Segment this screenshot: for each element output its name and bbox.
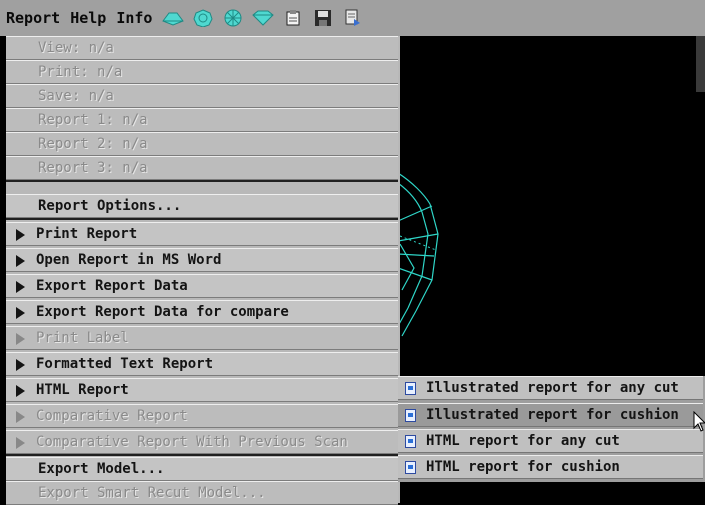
menu-item-label: Export Report Data xyxy=(36,278,188,294)
menu-item-comparative: Comparative Report xyxy=(6,404,398,428)
menu-info[interactable]: Info xyxy=(116,9,152,27)
menu-separator xyxy=(6,180,398,182)
menu-item-export-compare[interactable]: Export Report Data for compare xyxy=(6,300,398,324)
submenu-item-label: HTML report for any cut xyxy=(426,433,620,449)
menu-item-print-label: Print Label xyxy=(6,326,398,350)
menu-item-export-smart-recut: Export Smart Recut Model... xyxy=(6,481,398,505)
submenu-arrow-icon xyxy=(16,255,25,267)
document-icon xyxy=(405,409,416,422)
menu-separator xyxy=(6,218,398,220)
menu-item-label: Open Report in MS Word xyxy=(36,252,222,268)
menu-item-print-report[interactable]: Print Report xyxy=(6,222,398,246)
report-dropdown-menu: View: n/a Print: n/a Save: n/a Report 1:… xyxy=(6,36,400,505)
save-icon[interactable] xyxy=(312,9,334,27)
menu-item-label: Print Report xyxy=(36,226,138,242)
submenu-item-illustrated-any[interactable]: Illustrated report for any cut xyxy=(398,376,703,400)
menu-item-export-data[interactable]: Export Report Data xyxy=(6,274,398,298)
viewport-scrollbar[interactable] xyxy=(696,36,705,92)
submenu-arrow-icon xyxy=(16,437,25,449)
mouse-cursor-icon xyxy=(693,411,705,432)
menu-item-report-options[interactable]: Report Options... xyxy=(6,194,398,218)
menu-item-report-3: Report 3: n/a xyxy=(6,156,398,180)
menu-item-print: Print: n/a xyxy=(6,60,398,84)
document-icon xyxy=(405,382,416,395)
menu-item-save: Save: n/a xyxy=(6,84,398,108)
menubar: Report Help Info xyxy=(0,0,705,36)
submenu-item-html-any[interactable]: HTML report for any cut xyxy=(398,429,703,453)
menu-item-view: View: n/a xyxy=(6,36,398,60)
menu-separator xyxy=(6,454,398,456)
menu-item-report-2: Report 2: n/a xyxy=(6,132,398,156)
menu-item-html-report[interactable]: HTML Report xyxy=(6,378,398,402)
menu-item-label: Export Report Data for compare xyxy=(36,304,289,320)
submenu-arrow-icon xyxy=(16,281,25,293)
menu-item-formatted-text[interactable]: Formatted Text Report xyxy=(6,352,398,376)
diamond-top-icon[interactable] xyxy=(162,9,185,27)
menu-report[interactable]: Report xyxy=(6,9,60,27)
menu-item-label: Comparative Report xyxy=(36,408,188,424)
html-report-submenu: Illustrated report for any cut Illustrat… xyxy=(398,376,705,482)
submenu-arrow-icon xyxy=(16,229,25,241)
submenu-arrow-icon xyxy=(16,307,25,319)
submenu-arrow-icon xyxy=(16,411,25,423)
submenu-item-html-cushion[interactable]: HTML report for cushion xyxy=(398,455,703,479)
menu-item-open-word[interactable]: Open Report in MS Word xyxy=(6,248,398,272)
clipboard-icon[interactable] xyxy=(282,9,304,27)
submenu-item-label: HTML report for cushion xyxy=(426,459,620,475)
diamond-side-icon[interactable] xyxy=(252,9,275,27)
menu-item-export-model[interactable]: Export Model... xyxy=(6,457,398,481)
document-icon xyxy=(405,461,416,474)
round-cut-icon[interactable] xyxy=(192,9,214,27)
crosshair-cut-icon[interactable] xyxy=(222,9,244,27)
menu-item-label: Formatted Text Report xyxy=(36,356,214,372)
menu-item-label: Comparative Report With Previous Scan xyxy=(36,434,348,450)
submenu-arrow-icon xyxy=(16,333,25,345)
submenu-arrow-icon xyxy=(16,385,25,397)
submenu-item-label: Illustrated report for cushion xyxy=(426,407,679,423)
menu-help[interactable]: Help xyxy=(70,9,106,27)
menu-item-report-1: Report 1: n/a xyxy=(6,108,398,132)
submenu-arrow-icon xyxy=(16,359,25,371)
menu-item-comparative-prev: Comparative Report With Previous Scan xyxy=(6,430,398,454)
document-icon xyxy=(405,435,416,448)
submenu-item-illustrated-cushion[interactable]: Illustrated report for cushion xyxy=(398,403,703,427)
menu-item-label: Print Label xyxy=(36,330,129,346)
report-icon[interactable] xyxy=(342,9,364,27)
menu-item-label: HTML Report xyxy=(36,382,129,398)
submenu-item-label: Illustrated report for any cut xyxy=(426,380,679,396)
